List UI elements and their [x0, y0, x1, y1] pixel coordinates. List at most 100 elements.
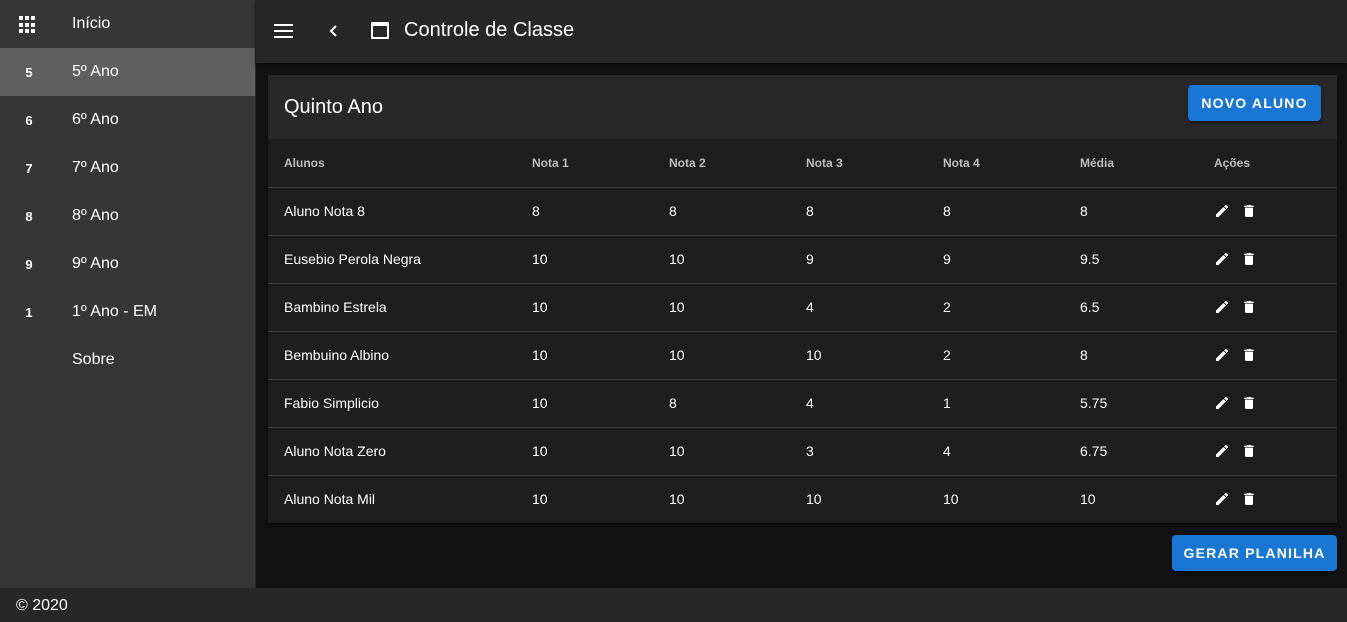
grade-4-cell: 1 — [943, 379, 1080, 428]
student-name-cell: Bembuino Albino — [268, 331, 532, 380]
sidebar-item-label: 6º Ano — [72, 111, 119, 128]
average-cell: 6.75 — [1080, 427, 1214, 476]
sidebar-item-badge: 5 — [25, 64, 33, 80]
grade-4-cell: 2 — [943, 283, 1080, 332]
grade-2-cell: 10 — [669, 427, 806, 476]
row-actions — [1214, 251, 1337, 267]
grade-3-cell: 9 — [806, 235, 943, 284]
grade-4-cell: 9 — [943, 235, 1080, 284]
column-header-media[interactable]: Média — [1080, 139, 1214, 188]
delete-trash-icon[interactable] — [1241, 395, 1257, 411]
grade-1-cell: 8 — [532, 187, 669, 236]
grade-4-cell: 8 — [943, 187, 1080, 236]
grade-3-cell: 4 — [806, 379, 943, 428]
sidebar-item-label: 1º Ano - EM — [72, 303, 157, 320]
menu-icon[interactable] — [274, 24, 294, 38]
sidebar-item-label: 9º Ano — [72, 255, 119, 272]
average-cell: 10 — [1080, 491, 1096, 508]
column-header-nota-3[interactable]: Nota 3 — [806, 139, 943, 188]
column-header-nota-4[interactable]: Nota 4 — [943, 139, 1080, 188]
sidebar-item-9-ano[interactable]: 9 9º Ano — [0, 240, 255, 288]
edit-pencil-icon[interactable] — [1214, 395, 1230, 411]
column-header-nota-2[interactable]: Nota 2 — [669, 139, 806, 188]
sidebar-item-label: 8º Ano — [72, 207, 119, 224]
student-name-cell: Aluno Nota 8 — [268, 187, 532, 236]
average-cell: 5.75 — [1080, 379, 1214, 428]
row-actions — [1214, 395, 1337, 411]
student-name-cell: Fabio Simplicio — [268, 379, 532, 428]
grade-1-cell: 10 — [532, 491, 548, 508]
grade-2-cell: 10 — [669, 491, 685, 508]
class-card: Quinto Ano NOVO ALUNO Alunos Nota 1 Nota… — [268, 75, 1337, 523]
grade-1-cell: 10 — [532, 331, 669, 380]
row-actions — [1214, 347, 1337, 363]
actions-cell — [1214, 475, 1337, 523]
grade-3-cell: 8 — [806, 187, 943, 236]
grade-2-cell: 8 — [669, 379, 806, 428]
column-header-alunos[interactable]: Alunos — [268, 139, 532, 188]
row-actions — [1214, 203, 1337, 219]
edit-pencil-icon[interactable] — [1214, 251, 1230, 267]
table-row: Fabio Simplicio 10 8 4 1 5.75 — [268, 379, 1337, 428]
average-cell: 9.5 — [1080, 235, 1214, 284]
new-student-button[interactable]: NOVO ALUNO — [1188, 85, 1321, 121]
actions-cell — [1214, 235, 1337, 284]
generate-spreadsheet-button[interactable]: GERAR PLANILHA — [1172, 535, 1337, 571]
sidebar-item-5-ano[interactable]: 5 5º Ano — [0, 48, 255, 96]
delete-trash-icon[interactable] — [1241, 299, 1257, 315]
sidebar-item-label: 7º Ano — [72, 159, 119, 176]
students-table: Alunos Nota 1 Nota 2 Nota 3 Nota 4 Média… — [268, 139, 1337, 523]
actions-cell — [1214, 427, 1337, 476]
sidebar-item-1-ano-em[interactable]: 1 1º Ano - EM — [0, 288, 255, 336]
sidebar-item-sobre[interactable]: Sobre — [0, 336, 255, 384]
sidebar-item-label: Início — [72, 15, 111, 32]
delete-trash-icon[interactable] — [1241, 347, 1257, 363]
grade-4-cell: 2 — [943, 331, 1080, 380]
table-row: Aluno Nota 888888 — [268, 187, 1337, 236]
sidebar-item-label: 5º Ano — [72, 63, 119, 80]
edit-pencil-icon[interactable] — [1214, 203, 1230, 219]
apps-grid-icon — [19, 16, 37, 34]
sidebar-item-inicio[interactable]: Início — [0, 0, 255, 48]
delete-trash-icon[interactable] — [1241, 251, 1257, 267]
grade-1-cell: 10 — [532, 379, 669, 428]
edit-pencil-icon[interactable] — [1214, 299, 1230, 315]
edit-pencil-icon[interactable] — [1214, 347, 1230, 363]
sidebar-item-badge: 1 — [25, 304, 33, 320]
grade-3-cell: 10 — [806, 491, 822, 508]
grade-4-cell: 10 — [943, 491, 959, 508]
grade-4-cell: 4 — [943, 427, 1080, 476]
student-name-cell: Aluno Nota Zero — [268, 427, 532, 476]
sidebar-item-8-ano[interactable]: 8 8º Ano — [0, 192, 255, 240]
edit-pencil-icon[interactable] — [1214, 443, 1230, 459]
sidebar-item-6-ano[interactable]: 6 6º Ano — [0, 96, 255, 144]
actions-cell — [1214, 187, 1337, 236]
edit-pencil-icon[interactable] — [1214, 491, 1230, 507]
card-header: Quinto Ano NOVO ALUNO — [268, 75, 1337, 139]
card-title: Quinto Ano — [284, 96, 383, 118]
row-actions — [1214, 443, 1337, 459]
app-title: Controle de Classe — [404, 19, 575, 41]
delete-trash-icon[interactable] — [1241, 443, 1257, 459]
table-header-row: Alunos Nota 1 Nota 2 Nota 3 Nota 4 Média… — [268, 139, 1337, 188]
student-name-cell: Eusebio Perola Negra — [268, 235, 532, 284]
delete-trash-icon[interactable] — [1241, 203, 1257, 219]
delete-trash-icon[interactable] — [1241, 491, 1257, 507]
chevron-left-icon[interactable] — [326, 22, 340, 40]
sidebar-item-badge: 8 — [25, 208, 33, 224]
table-row: Bambino Estrela 10 10 4 2 6.5 — [268, 283, 1337, 332]
actions-cell — [1214, 331, 1337, 380]
grade-1-cell: 10 — [532, 283, 669, 332]
sidebar-item-7-ano[interactable]: 7 7º Ano — [0, 144, 255, 192]
sidebar-nav: Início 5 5º Ano 6 6º Ano 7 7º Ano 8 8º A… — [0, 0, 256, 588]
column-header-nota-1[interactable]: Nota 1 — [532, 139, 669, 188]
average-cell: 8 — [1080, 331, 1214, 380]
table-row: Aluno Nota Mil 10 10 10 10 10 — [268, 475, 1337, 523]
sidebar-item-badge: 6 — [25, 112, 33, 128]
copyright-text: © 2020 — [16, 597, 68, 614]
window-icon — [371, 22, 389, 39]
student-name-cell: Bambino Estrela — [268, 283, 532, 332]
footer: © 2020 — [0, 588, 1347, 622]
average-cell: 8 — [1080, 187, 1214, 236]
grade-3-cell: 10 — [806, 331, 943, 380]
